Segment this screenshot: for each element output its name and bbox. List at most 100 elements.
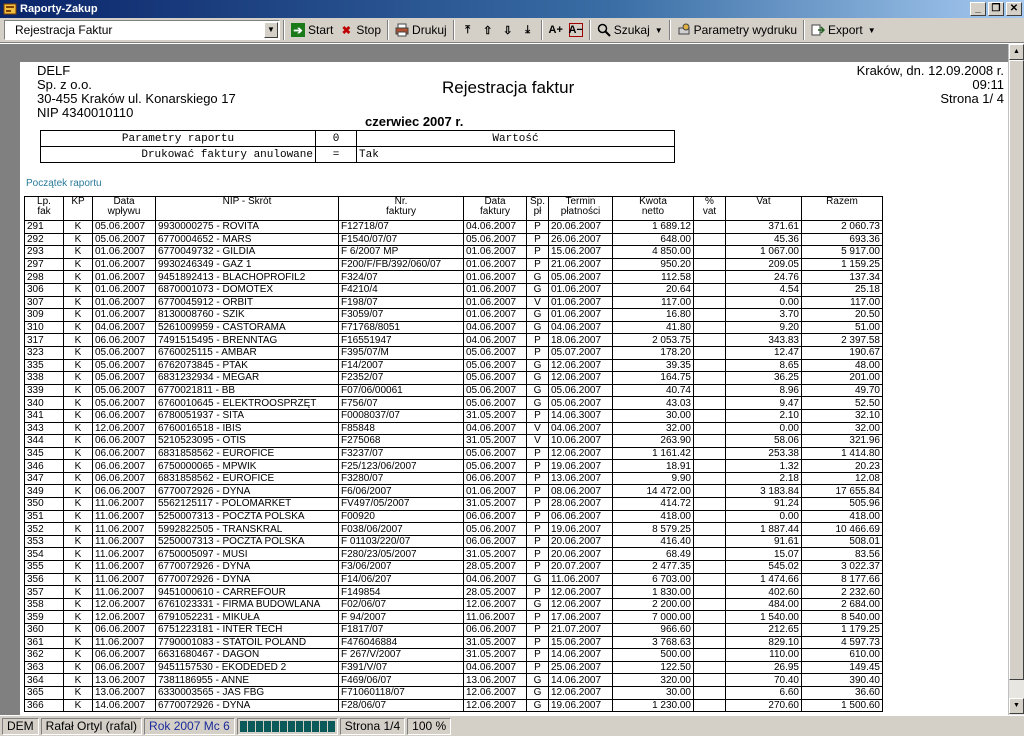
vertical-scrollbar[interactable]: ▲ ▼ xyxy=(1008,44,1024,715)
company-name: DELF xyxy=(37,63,71,78)
separator xyxy=(283,20,285,40)
cell-nip-short: 5250007313 - POCZTA POLSKA xyxy=(155,509,339,524)
cell-receipt-date: 05.06.2007 xyxy=(92,371,156,385)
status-zoom: 100 % xyxy=(407,717,452,735)
chevron-down-icon[interactable]: ▼ xyxy=(264,22,278,38)
cell-vat-rate xyxy=(693,698,726,713)
cell-receipt-date: 06.06.2007 xyxy=(92,333,156,347)
cell-payment-type: G xyxy=(526,308,549,322)
cell-vat-rate xyxy=(693,547,726,562)
cell-invoice-number: F469/06/07 xyxy=(338,673,464,687)
cell-kp: K xyxy=(63,660,93,675)
cell-kp: K xyxy=(63,245,93,259)
font-increase-button[interactable]: A+ xyxy=(546,19,566,41)
cell-vat-amount: 110.00 xyxy=(725,648,802,662)
cell-vat-amount: 212.65 xyxy=(725,623,802,637)
chevron-down-icon: ▼ xyxy=(867,25,876,35)
cell-kp: K xyxy=(63,408,93,423)
table-row: 323 K 05.06.2007 6760025115 - AMBAR F395/07/… xyxy=(24,345,883,360)
separator xyxy=(387,20,390,40)
cell-net-amount: 263.90 xyxy=(612,434,694,448)
table-row: 344 K 06.06.2007 5210523095 - OTIS F275068 31… xyxy=(24,434,883,448)
cell-nip-short: 7381186955 - ANNE xyxy=(155,673,339,687)
scroll-thumb[interactable] xyxy=(1009,60,1024,680)
cell-vat-rate xyxy=(693,471,726,486)
prev-page-button[interactable]: ⇧ xyxy=(478,19,498,41)
cell-due-date: 20.06.2007 xyxy=(548,547,613,562)
cell-receipt-date: 06.06.2007 xyxy=(92,459,156,473)
column-header: Data faktury xyxy=(463,196,527,221)
close-button[interactable]: ✕ xyxy=(1006,2,1022,16)
cell-payment-type: P xyxy=(526,257,549,272)
cell-vat-amount: 24.76 xyxy=(725,270,802,284)
cell-kp: K xyxy=(63,698,93,713)
cell-vat-amount: 371.61 xyxy=(725,220,802,234)
table-row: 338 K 05.06.2007 6831232934 - MEGAR F2352/07… xyxy=(24,371,883,385)
cell-nip-short: 7790001083 - STATOIL POLAND xyxy=(155,635,339,650)
report-title: Rejestracja faktur xyxy=(442,78,575,97)
first-page-button[interactable]: ⤒ xyxy=(458,19,478,41)
cell-vat-amount: 545.02 xyxy=(725,560,802,574)
cell-invoice-date: 01.06.2007 xyxy=(463,484,527,499)
cell-net-amount: 117.00 xyxy=(612,295,694,310)
cell-due-date: 18.06.2007 xyxy=(548,333,613,347)
cell-net-amount: 16.80 xyxy=(612,308,694,322)
font-decrease-button[interactable]: A− xyxy=(566,19,586,41)
report-preview[interactable]: DELF Sp. z o.o. 30-455 Kraków ul. Konars… xyxy=(0,44,1008,715)
progress-block xyxy=(247,720,255,732)
cell-invoice-date: 31.05.2007 xyxy=(463,408,527,423)
cell-invoice-number: FV497/05/2007 xyxy=(338,497,464,511)
cell-invoice-number: F6/06/2007 xyxy=(338,484,464,499)
cell-nip-short: 6760016518 - IBIS xyxy=(155,421,339,436)
print-button[interactable]: Drukuj xyxy=(392,19,450,41)
cell-nip-short: 9451157530 - EKODEDED 2 xyxy=(155,660,339,675)
cell-nip-short: 6770072926 - DYNA xyxy=(155,572,339,587)
cell-invoice-number: F00920 xyxy=(338,509,464,524)
cell-invoice-no: 341 xyxy=(24,408,64,423)
start-button[interactable]: ➔ Start xyxy=(288,19,336,41)
cell-invoice-no: 335 xyxy=(24,358,64,373)
print-params-button[interactable]: Parametry wydruku xyxy=(674,19,800,41)
search-button[interactable]: Szukaj ▼ xyxy=(594,19,666,41)
cell-payment-type: G xyxy=(526,270,549,284)
progress-block xyxy=(271,720,279,732)
cell-invoice-date: 01.06.2007 xyxy=(463,282,527,297)
cell-vat-rate xyxy=(693,308,726,322)
cell-vat-rate xyxy=(693,446,726,461)
export-button[interactable]: Export ▼ xyxy=(808,19,879,41)
column-header: Data wpływu xyxy=(92,196,156,221)
cell-kp: K xyxy=(63,534,93,549)
cell-due-date: 10.06.2007 xyxy=(548,434,613,448)
cell-invoice-date: 11.06.2007 xyxy=(463,610,527,624)
last-page-icon: ⤓ xyxy=(525,23,531,36)
restore-button[interactable]: ❐ xyxy=(988,2,1004,16)
stop-button[interactable]: ✖ Stop xyxy=(336,19,384,41)
cell-receipt-date: 11.06.2007 xyxy=(92,497,156,511)
cell-total: 1 179.25 xyxy=(801,623,883,637)
cell-vat-amount: 58.06 xyxy=(725,434,802,448)
last-page-button[interactable]: ⤓ xyxy=(518,19,538,41)
cell-invoice-number: F28/06/07 xyxy=(338,698,464,713)
cell-vat-rate xyxy=(693,270,726,284)
cell-vat-amount: 45.36 xyxy=(725,232,802,247)
cell-vat-rate xyxy=(693,623,726,637)
table-row: 335 K 05.06.2007 6762073845 - PTAK F14/2007 0… xyxy=(24,358,883,373)
cell-due-date: 12.06.2007 xyxy=(548,371,613,385)
cell-net-amount: 1 689.12 xyxy=(612,220,694,234)
cell-total: 32.10 xyxy=(801,408,883,423)
params-op: = xyxy=(315,146,357,163)
cell-net-amount: 178.20 xyxy=(612,345,694,360)
cell-invoice-date: 06.06.2007 xyxy=(463,534,527,549)
report-select[interactable]: Rejestracja Faktur ▼ xyxy=(4,20,280,40)
scroll-down-button[interactable]: ▼ xyxy=(1009,698,1024,714)
minimize-button[interactable]: _ xyxy=(970,2,986,16)
scroll-up-button[interactable]: ▲ xyxy=(1009,44,1024,60)
start-label: Start xyxy=(308,23,334,37)
cell-total: 190.67 xyxy=(801,345,883,360)
cell-kp: K xyxy=(63,560,93,574)
cell-due-date: 15.06.2007 xyxy=(548,245,613,259)
next-page-button[interactable]: ⇩ xyxy=(498,19,518,41)
cell-invoice-date: 31.05.2007 xyxy=(463,648,527,662)
cell-invoice-date: 05.06.2007 xyxy=(463,446,527,461)
cell-receipt-date: 01.06.2007 xyxy=(92,295,156,310)
